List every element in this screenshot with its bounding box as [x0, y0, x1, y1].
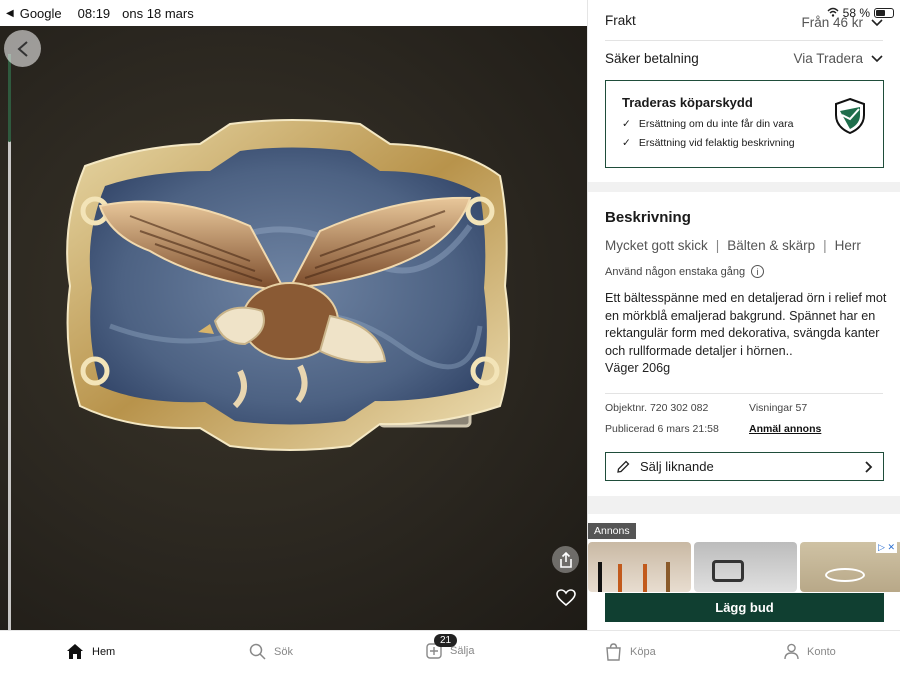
nav-item-buy[interactable]: Köpa — [605, 643, 656, 661]
nav-item-account[interactable]: Konto — [784, 643, 836, 660]
back-app-label[interactable]: Google — [20, 6, 62, 21]
status-bar: ◀ Google 08:19 ons 18 mars — [0, 0, 587, 26]
nav-label: Sälja — [450, 645, 475, 657]
protection-item: ✓ Ersättning om du inte får din vara — [622, 118, 867, 130]
shipping-row[interactable]: Frakt Från 46 kr — [605, 11, 883, 30]
favorite-button[interactable] — [552, 584, 579, 611]
chevron-right-icon — [865, 460, 873, 473]
app-root: ◀ Google 08:19 ons 18 mars 58 % Frakt Fr… — [0, 0, 900, 675]
chevron-left-icon — [16, 40, 28, 57]
nav-label: Sök — [274, 645, 293, 658]
section-gap — [588, 182, 900, 192]
description-weight: Väger 206g — [605, 361, 671, 375]
status-date: ons 18 mars — [122, 5, 194, 21]
divider — [605, 40, 883, 41]
home-icon — [67, 644, 83, 659]
place-bid-button[interactable]: Lägg bud — [605, 593, 884, 622]
protection-item-label: Ersättning vid felaktig beskrivning — [638, 137, 795, 149]
chevron-down-icon — [871, 54, 883, 62]
share-icon — [559, 551, 572, 568]
shopping-bag-icon — [606, 643, 621, 661]
nav-label: Konto — [807, 645, 836, 658]
shipping-label: Frakt — [605, 13, 636, 28]
divider — [605, 393, 883, 394]
payment-row[interactable]: Säker betalning Via Tradera — [605, 51, 883, 66]
description-body: Ett bältesspänne med en detaljerad örn i… — [605, 290, 890, 378]
attribute-separator: | — [823, 238, 827, 253]
ad-image[interactable] — [694, 542, 797, 592]
checkmark-icon: ✓ — [622, 118, 631, 130]
nav-label: Hem — [92, 645, 116, 658]
heart-icon — [555, 588, 576, 606]
description-text: Ett bältesspänne med en detaljerad örn i… — [605, 291, 887, 358]
back-button[interactable] — [4, 30, 41, 67]
gender-label[interactable]: Herr — [835, 238, 861, 253]
description-attributes: Mycket gott skick | Bälten & skärp | Her… — [605, 238, 861, 253]
shipping-value: Från 46 kr — [801, 15, 863, 30]
sell-similar-label: Sälj liknande — [640, 459, 714, 474]
ad-choices-icon[interactable]: ▷ ✕ — [876, 542, 897, 553]
nav-item-search[interactable]: Sök — [249, 643, 293, 660]
image-scrollbar-thumb[interactable] — [8, 54, 11, 142]
belt-buckle-image — [66, 119, 510, 451]
published-date: Publicerad 6 mars 21:58 — [605, 423, 719, 435]
ad-image[interactable] — [588, 542, 691, 592]
share-button[interactable] — [552, 546, 579, 573]
ad-label: Annons — [588, 523, 636, 539]
nav-item-home[interactable]: Hem — [66, 643, 115, 660]
search-icon — [249, 643, 266, 660]
product-photo[interactable] — [0, 26, 587, 630]
shield-icon — [835, 97, 865, 135]
view-count: Visningar 57 — [749, 402, 808, 414]
pencil-icon — [617, 460, 630, 473]
section-gap — [588, 496, 900, 514]
sell-count-badge: 21 — [434, 634, 458, 647]
description-title: Beskrivning — [605, 209, 691, 226]
condition-label: Mycket gott skick — [605, 238, 708, 253]
back-to-app-icon[interactable]: ◀ — [6, 8, 14, 19]
protection-item-label: Ersättning om du inte får din vara — [638, 118, 794, 130]
buyer-protection-box: Traderas köparskydd ✓ Ersättning om du i… — [605, 80, 884, 168]
protection-item: ✓ Ersättning vid felaktig beskrivning — [622, 137, 867, 149]
attribute-separator: | — [715, 238, 720, 253]
usage-label: Använd någon enstaka gång — [605, 265, 746, 278]
nav-label: Köpa — [630, 646, 656, 658]
payment-value: Via Tradera — [793, 51, 863, 66]
item-detail-panel: 58 % Frakt Från 46 kr Säker betalning Vi… — [587, 0, 900, 630]
object-number: Objektnr. 720 302 082 — [605, 402, 709, 414]
usage-info: Använd någon enstaka gång i — [605, 265, 765, 278]
sell-similar-button[interactable]: Sälj liknande — [605, 452, 884, 481]
item-meta: Objektnr. 720 302 082 Visningar 57 Publi… — [605, 402, 885, 444]
checkmark-icon: ✓ — [622, 137, 631, 149]
user-icon — [784, 643, 799, 660]
chevron-down-icon — [871, 18, 883, 26]
info-icon[interactable]: i — [751, 265, 765, 278]
category-label[interactable]: Bälten & skärp — [727, 238, 815, 253]
payment-label: Säker betalning — [605, 51, 699, 66]
status-time: 08:19 — [77, 5, 111, 21]
buyer-protection-title: Traderas köparskydd — [622, 95, 753, 110]
report-listing-link[interactable]: Anmäl annons — [749, 423, 821, 435]
ad-banner[interactable] — [588, 542, 900, 592]
